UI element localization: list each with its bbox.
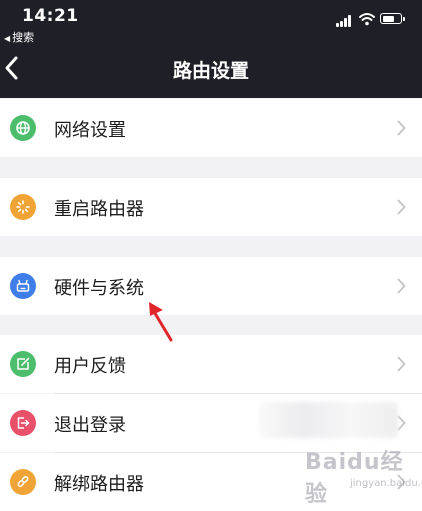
status-time: 14:21 bbox=[22, 6, 79, 26]
menu-item-label: 解绑路由器 bbox=[54, 474, 144, 495]
chevron-right-icon bbox=[397, 120, 406, 136]
chevron-right-icon bbox=[397, 199, 406, 215]
unlink-icon bbox=[10, 469, 36, 495]
battery-icon bbox=[380, 13, 405, 24]
chevron-right-icon bbox=[397, 278, 406, 294]
app-header: 14:21 ◀ 搜索 路由设置 bbox=[0, 0, 422, 98]
menu-item-hardware-system[interactable]: 硬件与系统 bbox=[0, 257, 422, 315]
signal-icon bbox=[336, 15, 354, 27]
status-back-to-app[interactable]: ◀ 搜索 bbox=[4, 29, 34, 45]
status-back-label: 搜索 bbox=[12, 31, 35, 44]
menu-item-network-settings[interactable]: 网络设置 bbox=[0, 99, 422, 157]
globe-icon bbox=[10, 115, 36, 141]
page-title: 路由设置 bbox=[172, 60, 249, 82]
chevron-right-icon bbox=[397, 415, 406, 431]
back-triangle-icon: ◀ bbox=[4, 34, 11, 43]
loading-spinner-icon bbox=[10, 194, 36, 220]
wifi-icon bbox=[359, 13, 375, 26]
watermark-url: jingyan.baidu.com bbox=[350, 478, 422, 489]
menu-item-label: 用户反馈 bbox=[54, 356, 126, 377]
edit-feedback-icon bbox=[10, 351, 36, 377]
watermark-logo: Baidu经验 bbox=[305, 450, 404, 507]
menu-item-label: 网络设置 bbox=[54, 120, 126, 141]
chevron-right-icon bbox=[397, 356, 406, 372]
menu-item-label: 退出登录 bbox=[54, 415, 126, 436]
menu-item-user-feedback[interactable]: 用户反馈 bbox=[0, 335, 422, 393]
annotation-arrow-icon bbox=[149, 302, 173, 342]
router-icon bbox=[10, 273, 36, 299]
menu-item-restart-router[interactable]: 重启路由器 bbox=[0, 178, 422, 236]
menu-item-label: 硬件与系统 bbox=[54, 278, 144, 299]
menu-item-label: 重启路由器 bbox=[54, 199, 144, 220]
redacted-account-info bbox=[258, 402, 398, 438]
logout-icon bbox=[10, 410, 36, 436]
